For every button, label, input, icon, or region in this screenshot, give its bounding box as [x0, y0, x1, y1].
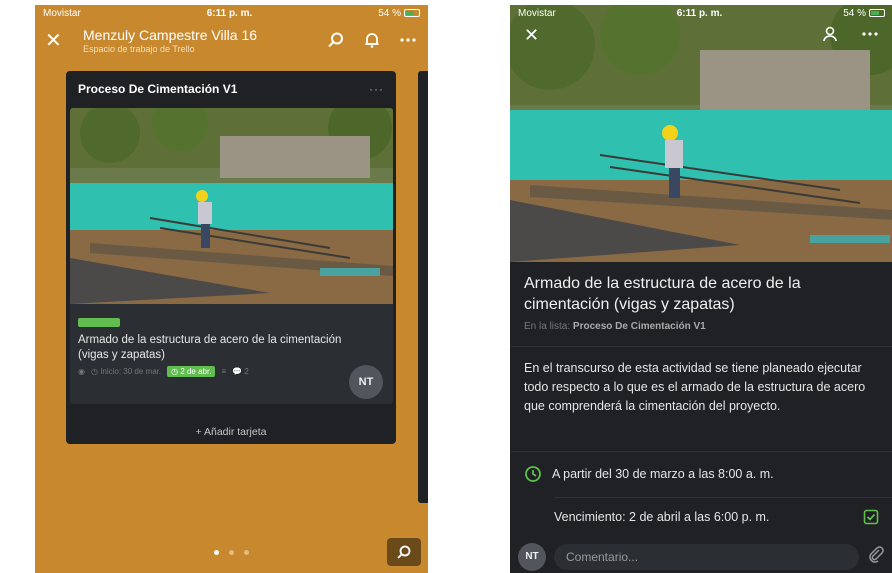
board-screen: Movistar 6:11 p. m. 54 % ✕ Menzuly Campe…: [35, 5, 428, 573]
card[interactable]: Armado de la estructura de acero de la c…: [70, 108, 393, 404]
list-header: Proceso De Cimentación V1 ···: [66, 71, 396, 107]
due-date-badge: ◷ 2 de abr.: [167, 366, 216, 377]
description-icon: ≡: [221, 367, 227, 376]
more-icon[interactable]: [398, 30, 418, 50]
due-date-text: Vencimiento: 2 de abril a las 6:00 p. m.: [554, 510, 770, 524]
card-cover-image: [70, 108, 393, 304]
due-complete-checkbox-icon: [863, 509, 879, 525]
card-description[interactable]: En el transcurso de esta actividad se ti…: [524, 359, 874, 416]
start-date-text: A partir del 30 de marzo a las 8:00 a. m…: [552, 467, 774, 481]
board-title: Menzuly Campestre Villa 16: [83, 26, 258, 43]
clock: 6:11 p. m.: [676, 7, 723, 19]
comment-input[interactable]: [554, 543, 859, 570]
list-title: Proceso De Cimentación V1: [78, 82, 238, 96]
list-menu-icon[interactable]: ···: [369, 82, 384, 96]
in-list-info: En la lista: Proceso De Cimentación V1: [524, 321, 706, 332]
start-date-badge: ◷ Inicio: 30 de mar.: [90, 367, 162, 376]
card-detail-screen: Movistar 6:11 p. m. 54 % ✕ Armado de la …: [510, 5, 892, 573]
more-icon[interactable]: [861, 25, 879, 48]
pager-dot[interactable]: [229, 550, 234, 555]
battery-indicator: 54 %: [378, 8, 420, 19]
divider: [554, 497, 892, 498]
due-date-row[interactable]: Vencimiento: 2 de abril a las 6:00 p. m.: [524, 509, 879, 525]
battery-icon: [403, 8, 420, 17]
close-icon[interactable]: ✕: [524, 25, 539, 48]
card-label-green: [78, 318, 120, 327]
comments-badge: 💬 2: [232, 367, 249, 376]
card-badges: ◉ ◷ Inicio: 30 de mar. ◷ 2 de abr. ≡ 💬 2: [78, 366, 249, 377]
pager-dot[interactable]: [214, 550, 219, 555]
workspace-name: Espacio de trabajo de Trello: [83, 43, 195, 54]
in-list-name[interactable]: Proceso De Cimentación V1: [573, 321, 706, 332]
divider: [510, 451, 892, 452]
carrier: Movistar: [43, 7, 81, 19]
watch-icon: ◉: [78, 367, 85, 376]
attachment-icon[interactable]: [867, 545, 885, 568]
close-icon[interactable]: ✕: [45, 28, 75, 53]
detail-toolbar: ✕: [510, 25, 892, 48]
pager-dot[interactable]: [244, 550, 249, 555]
zoom-icon: [397, 545, 411, 559]
search-icon[interactable]: [326, 30, 346, 50]
status-bar: Movistar 6:11 p. m. 54 %: [35, 5, 428, 21]
carrier: Movistar: [518, 7, 556, 19]
comment-bar: NT: [510, 540, 892, 573]
start-date-row[interactable]: A partir del 30 de marzo a las 8:00 a. m…: [524, 465, 879, 483]
zoom-button[interactable]: [387, 538, 421, 566]
member-avatar[interactable]: NT: [518, 542, 546, 571]
next-list-edge: [418, 71, 428, 503]
battery-indicator: 54 %: [843, 8, 885, 19]
battery-icon: [868, 8, 885, 17]
member-icon[interactable]: [821, 25, 839, 48]
board-header: ✕ Menzuly Campestre Villa 16 Espacio de …: [35, 21, 428, 59]
status-bar: Movistar 6:11 p. m. 54 %: [510, 5, 892, 21]
clock-icon: [525, 466, 541, 482]
add-card-button[interactable]: + Añadir tarjeta: [66, 426, 396, 438]
clock: 6:11 p. m.: [206, 7, 253, 19]
card-title: Armado de la estructura de acero de la c…: [78, 334, 342, 361]
list-column: Proceso De Cimentación V1 ··· Armado de …: [66, 71, 396, 444]
divider: [510, 346, 892, 347]
card-detail-title[interactable]: Armado de la estructura de acero de la c…: [524, 273, 884, 315]
list-pager: [35, 550, 428, 555]
member-avatar[interactable]: NT: [349, 365, 383, 399]
bell-icon[interactable]: [362, 30, 382, 50]
